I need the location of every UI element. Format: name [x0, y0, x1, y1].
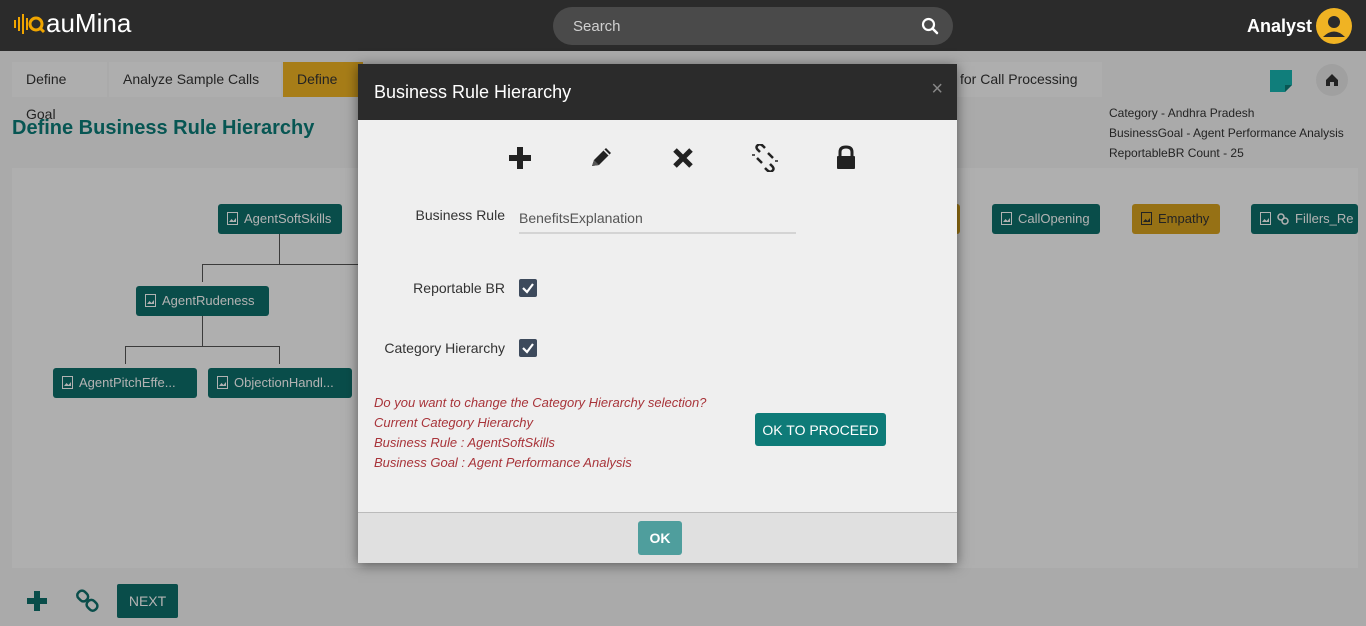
- check-icon: [522, 283, 534, 294]
- ok-button[interactable]: OK: [638, 521, 682, 555]
- dialog-title: Business Rule Hierarchy: [374, 82, 572, 102]
- user-avatar-icon[interactable]: [1316, 8, 1352, 44]
- search-box: [553, 7, 953, 45]
- search-input[interactable]: [573, 7, 913, 45]
- dialog-header: Business Rule Hierarchy ×: [358, 64, 957, 120]
- dialog-footer: OK: [358, 512, 957, 563]
- reportable-br-label: Reportable BR: [413, 280, 505, 296]
- top-bar: auMina Analyst: [0, 0, 1366, 51]
- close-icon[interactable]: ×: [931, 78, 943, 101]
- search-icon[interactable]: [921, 17, 939, 35]
- logo-icon: [14, 13, 46, 34]
- category-hierarchy-checkbox[interactable]: [519, 339, 537, 357]
- business-rule-hierarchy-dialog: Business Rule Hierarchy × Business Rule …: [358, 64, 957, 563]
- confirm-message: Do you want to change the Category Hiera…: [374, 395, 707, 410]
- unlink-icon[interactable]: [751, 144, 779, 172]
- current-hierarchy-label: Current Category Hierarchy: [374, 415, 533, 430]
- ok-to-proceed-button[interactable]: OK TO PROCEED: [755, 413, 886, 446]
- plus-icon[interactable]: [506, 144, 534, 172]
- reportable-br-checkbox[interactable]: [519, 279, 537, 297]
- user-label: Analyst: [1247, 16, 1313, 36]
- business-rule-input[interactable]: [519, 204, 796, 234]
- logo-text: auMina: [46, 8, 132, 38]
- lock-icon[interactable]: [832, 144, 860, 172]
- category-hierarchy-label: Category Hierarchy: [384, 340, 505, 356]
- current-business-goal: Business Goal : Agent Performance Analys…: [374, 455, 632, 470]
- pencil-icon[interactable]: [587, 144, 615, 172]
- current-business-rule: Business Rule : AgentSoftSkills: [374, 435, 555, 450]
- check-icon: [522, 343, 534, 354]
- delete-icon[interactable]: [669, 144, 697, 172]
- business-rule-label: Business Rule: [415, 207, 506, 223]
- logo[interactable]: auMina: [14, 8, 131, 39]
